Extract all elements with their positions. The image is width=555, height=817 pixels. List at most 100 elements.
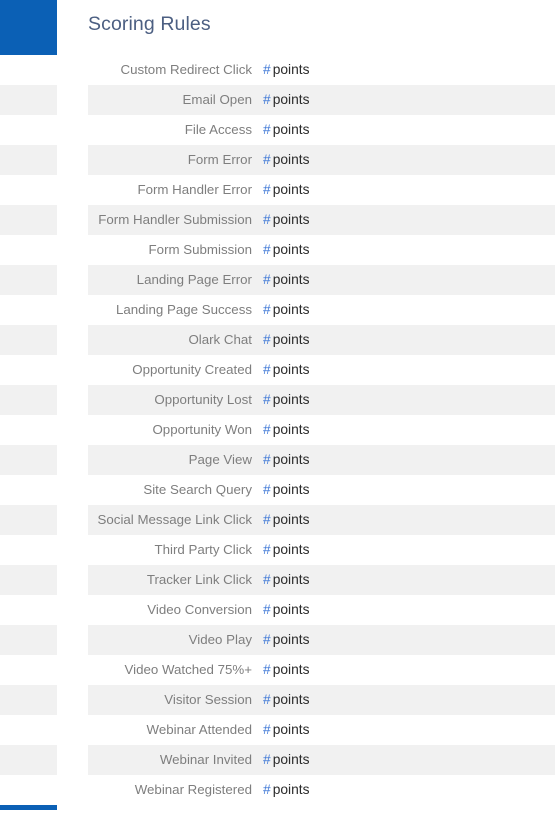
- scoring-rule-label: Olark Chat: [188, 332, 252, 347]
- scoring-rule-spacer: [252, 325, 263, 355]
- scoring-rule-points-unit: points: [272, 542, 310, 557]
- scoring-rule-points-placeholder[interactable]: #: [263, 632, 273, 647]
- scoring-rule-row: Video Conversion # points: [0, 595, 555, 625]
- scoring-rule-label: Tracker Link Click: [146, 572, 252, 587]
- scoring-rule-value[interactable]: # points: [263, 685, 555, 715]
- scoring-rule-spacer: [252, 145, 263, 175]
- scoring-rule-label: Webinar Attended: [146, 722, 252, 737]
- scoring-rule-label: Custom Redirect Click: [120, 62, 252, 77]
- scoring-rule-spacer: [252, 115, 263, 145]
- scoring-rule-value[interactable]: # points: [263, 205, 555, 235]
- scoring-rule-points-placeholder[interactable]: #: [263, 212, 273, 227]
- scoring-rule-row: Webinar Registered # points: [0, 775, 555, 805]
- scoring-rule-points-placeholder[interactable]: #: [263, 512, 273, 527]
- scoring-rule-spacer: [252, 445, 263, 475]
- scoring-rule-value[interactable]: # points: [263, 535, 555, 565]
- scoring-rule-label: Form Handler Error: [137, 182, 252, 197]
- scoring-rule-row: Email Open # points: [0, 85, 555, 115]
- scoring-rule-points-unit: points: [272, 62, 310, 77]
- scoring-rule-points-placeholder[interactable]: #: [263, 722, 273, 737]
- scoring-rule-points-unit: points: [272, 212, 310, 227]
- scoring-rule-label: Webinar Invited: [159, 752, 252, 767]
- scoring-rule-label: Third Party Click: [154, 542, 252, 557]
- scoring-rule-value[interactable]: # points: [263, 55, 555, 85]
- scoring-rule-value[interactable]: # points: [263, 565, 555, 595]
- scoring-rule-label: Form Error: [187, 152, 252, 167]
- scoring-rule-value[interactable]: # points: [263, 265, 555, 295]
- scoring-rule-value[interactable]: # points: [263, 235, 555, 265]
- scoring-rule-row: Social Message Link Click # points: [0, 505, 555, 535]
- scoring-rule-points-placeholder[interactable]: #: [263, 362, 273, 377]
- scoring-rule-value[interactable]: # points: [263, 595, 555, 625]
- scoring-rule-row: Video Watched 75%+ # points: [0, 655, 555, 685]
- scoring-rule-label: Opportunity Lost: [154, 392, 252, 407]
- scoring-rule-value[interactable]: # points: [263, 745, 555, 775]
- scoring-rule-row: Opportunity Lost # points: [0, 385, 555, 415]
- scoring-rule-points-placeholder[interactable]: #: [263, 332, 273, 347]
- scoring-rule-points-placeholder[interactable]: #: [263, 182, 273, 197]
- scoring-rule-label: Email Open: [182, 92, 252, 107]
- scoring-rule-points-placeholder[interactable]: #: [263, 392, 273, 407]
- scoring-rule-row: Video Play # points: [0, 625, 555, 655]
- scoring-rule-value[interactable]: # points: [263, 115, 555, 145]
- scoring-rule-row: Webinar Invited # points: [0, 745, 555, 775]
- scoring-rule-points-unit: points: [272, 122, 310, 137]
- scoring-rule-points-placeholder[interactable]: #: [263, 752, 273, 767]
- scoring-rule-points-unit: points: [272, 692, 310, 707]
- scoring-rule-points-placeholder[interactable]: #: [263, 482, 273, 497]
- scoring-rule-row: Landing Page Error # points: [0, 265, 555, 295]
- scoring-rule-points-placeholder[interactable]: #: [263, 782, 273, 797]
- scoring-rule-value[interactable]: # points: [263, 625, 555, 655]
- scoring-rule-label: Page View: [188, 452, 252, 467]
- scoring-rule-value[interactable]: # points: [263, 175, 555, 205]
- scoring-rule-points-placeholder[interactable]: #: [263, 152, 273, 167]
- scoring-rule-points-placeholder[interactable]: #: [263, 302, 273, 317]
- scoring-rule-points-placeholder[interactable]: #: [263, 122, 273, 137]
- scoring-rule-points-unit: points: [272, 362, 310, 377]
- scoring-rule-spacer: [252, 535, 263, 565]
- scoring-rule-label: Form Handler Submission: [98, 212, 252, 227]
- scoring-rule-label: Landing Page Error: [136, 272, 252, 287]
- scoring-rule-points-placeholder[interactable]: #: [263, 242, 273, 257]
- scoring-rule-value[interactable]: # points: [263, 445, 555, 475]
- scoring-rule-value[interactable]: # points: [263, 655, 555, 685]
- scoring-rule-points-placeholder[interactable]: #: [263, 572, 273, 587]
- scoring-rule-points-placeholder[interactable]: #: [263, 452, 273, 467]
- scoring-rule-points-unit: points: [272, 782, 310, 797]
- scoring-rule-spacer: [252, 595, 263, 625]
- scoring-rule-row: Opportunity Won # points: [0, 415, 555, 445]
- scoring-rule-value[interactable]: # points: [263, 85, 555, 115]
- scoring-rule-value[interactable]: # points: [263, 505, 555, 535]
- scoring-rule-spacer: [252, 205, 263, 235]
- scoring-rule-value[interactable]: # points: [263, 415, 555, 445]
- scoring-rule-value[interactable]: # points: [263, 355, 555, 385]
- scoring-rule-points-unit: points: [272, 572, 310, 587]
- scoring-rule-value[interactable]: # points: [263, 715, 555, 745]
- scoring-rule-points-unit: points: [272, 602, 310, 617]
- scoring-rule-points-placeholder[interactable]: #: [263, 92, 273, 107]
- scoring-rule-points-placeholder[interactable]: #: [263, 602, 273, 617]
- scoring-rule-points-placeholder[interactable]: #: [263, 662, 273, 677]
- scoring-rule-points-placeholder[interactable]: #: [263, 542, 273, 557]
- scoring-rule-spacer: [252, 775, 263, 805]
- scoring-rule-points-placeholder[interactable]: #: [263, 272, 273, 287]
- scoring-rule-spacer: [252, 565, 263, 595]
- scoring-rule-value[interactable]: # points: [263, 775, 555, 805]
- scoring-rule-spacer: [252, 625, 263, 655]
- scoring-rule-spacer: [252, 295, 263, 325]
- scoring-rule-value[interactable]: # points: [263, 295, 555, 325]
- scoring-rule-points-unit: points: [272, 332, 310, 347]
- scoring-rule-points-placeholder[interactable]: #: [263, 62, 273, 77]
- scoring-rule-value[interactable]: # points: [263, 325, 555, 355]
- scoring-rule-points-unit: points: [272, 182, 310, 197]
- scoring-rule-points-placeholder[interactable]: #: [263, 692, 273, 707]
- scoring-rule-label: Landing Page Success: [115, 302, 252, 317]
- scoring-rule-value[interactable]: # points: [263, 145, 555, 175]
- scoring-rule-value[interactable]: # points: [263, 475, 555, 505]
- scoring-rule-row: Form Handler Submission # points: [0, 205, 555, 235]
- scoring-rule-row: Olark Chat # points: [0, 325, 555, 355]
- scoring-rule-spacer: [252, 685, 263, 715]
- scoring-rule-row: Page View # points: [0, 445, 555, 475]
- scoring-rule-value[interactable]: # points: [263, 385, 555, 415]
- scoring-rule-points-placeholder[interactable]: #: [263, 422, 273, 437]
